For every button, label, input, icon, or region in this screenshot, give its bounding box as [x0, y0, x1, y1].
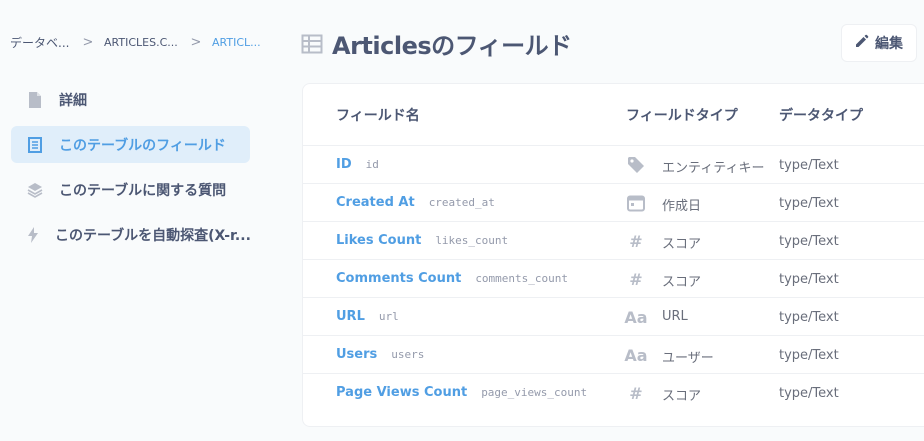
table-row[interactable]: Created At created_at 作成日 type/Text	[303, 184, 924, 222]
sidebar-item-label: このテーブルのフィールド	[59, 137, 226, 154]
table-row[interactable]: ID id エンティティキー type/Text	[303, 146, 924, 184]
page-title: Articlesのフィールド	[332, 32, 572, 60]
data-type-label: type/Text	[779, 234, 839, 249]
data-type-label: type/Text	[779, 272, 839, 287]
field-raw-name: users	[391, 348, 425, 361]
field-type-label: スコア	[662, 237, 702, 252]
data-type-label: type/Text	[779, 158, 839, 173]
field-type-label: URL	[662, 309, 688, 324]
field-raw-name: id	[365, 158, 379, 171]
field-display-name[interactable]: Likes Count likes_count	[336, 233, 508, 248]
text-icon: Aa	[624, 345, 648, 365]
sidebar-item-label: 詳細	[59, 92, 87, 109]
breadcrumb-schema[interactable]: ARTICLES.C...	[104, 36, 180, 49]
field-raw-name: likes_count	[435, 234, 509, 247]
table-row[interactable]: Comments Count comments_count # スコア type/…	[303, 260, 924, 298]
table-row[interactable]: Users users Aa ユーザー type/Text	[303, 336, 924, 374]
data-type-label: type/Text	[779, 196, 839, 211]
document-icon	[27, 91, 43, 108]
edit-button-label: 編集	[875, 36, 903, 52]
chevron-right-icon: >	[190, 35, 202, 50]
field-display-name[interactable]: Page Views Count page_views_count	[336, 385, 587, 400]
table-row[interactable]: URL url Aa URL type/Text	[303, 298, 924, 336]
fields-table: フィールド名 フィールドタイプ データタイプ ID id エンティティキー typ…	[302, 83, 924, 427]
table-header: フィールド名 フィールドタイプ データタイプ	[303, 84, 924, 146]
field-type-label: ユーザー	[662, 351, 714, 366]
edit-button[interactable]: 編集	[841, 24, 917, 62]
data-type-label: type/Text	[779, 348, 839, 363]
field-type-label: 作成日	[662, 199, 702, 214]
hash-icon: #	[629, 383, 643, 403]
tag-icon	[626, 155, 646, 175]
table-icon	[301, 33, 323, 55]
list-icon	[27, 136, 43, 153]
field-raw-name: created_at	[428, 196, 495, 209]
sidebar-item-details[interactable]: 詳細	[11, 81, 250, 118]
field-display-name[interactable]: URL url	[336, 309, 399, 324]
pencil-icon	[855, 34, 875, 52]
field-type-label: スコア	[662, 275, 702, 290]
data-type-label: type/Text	[779, 386, 839, 401]
sidebar-item-fields[interactable]: このテーブルのフィールド	[11, 126, 250, 163]
field-display-name[interactable]: ID id	[336, 157, 379, 172]
hash-icon: #	[629, 231, 643, 251]
field-display-name[interactable]: Users users	[336, 347, 424, 362]
field-raw-name: page_views_count	[481, 386, 588, 399]
column-header-field-name: フィールド名	[336, 108, 420, 124]
field-raw-name: comments_count	[475, 272, 569, 285]
chevron-right-icon: >	[82, 35, 94, 50]
sidebar: 詳細 このテーブルのフィールド このテーブルに関する質問 このテーブルを自動探査…	[11, 81, 250, 261]
field-type-label: スコア	[662, 389, 702, 404]
field-display-name[interactable]: Comments Count comments_count	[336, 271, 568, 286]
breadcrumb-table[interactable]: ARTICL...	[212, 36, 261, 49]
hash-icon: #	[629, 269, 643, 289]
sidebar-item-xray[interactable]: このテーブルを自動探査(X-r...	[11, 216, 250, 253]
table-row[interactable]: Likes Count likes_count # スコア type/Text	[303, 222, 924, 260]
field-raw-name: url	[378, 310, 399, 323]
field-type-label: エンティティキー	[662, 161, 765, 176]
table-row[interactable]: Page Views Count page_views_count # スコア t…	[303, 374, 924, 412]
column-header-data-type: データタイプ	[779, 108, 863, 124]
breadcrumb: データベ... > ARTICLES.C... > ARTICL...	[10, 34, 261, 51]
column-header-field-type: フィールドタイプ	[626, 108, 738, 124]
page-header: Articlesのフィールド	[301, 26, 572, 61]
data-type-label: type/Text	[779, 310, 839, 325]
stack-icon	[27, 182, 43, 198]
field-display-name[interactable]: Created At created_at	[336, 195, 495, 210]
calendar-icon	[626, 193, 646, 213]
sidebar-item-questions[interactable]: このテーブルに関する質問	[11, 171, 250, 208]
bolt-icon	[27, 226, 39, 243]
sidebar-item-label: このテーブルに関する質問	[59, 182, 227, 199]
breadcrumb-database[interactable]: データベ...	[10, 34, 72, 51]
text-icon: Aa	[624, 307, 648, 327]
sidebar-item-label: このテーブルを自動探査(X-r...	[55, 227, 250, 244]
